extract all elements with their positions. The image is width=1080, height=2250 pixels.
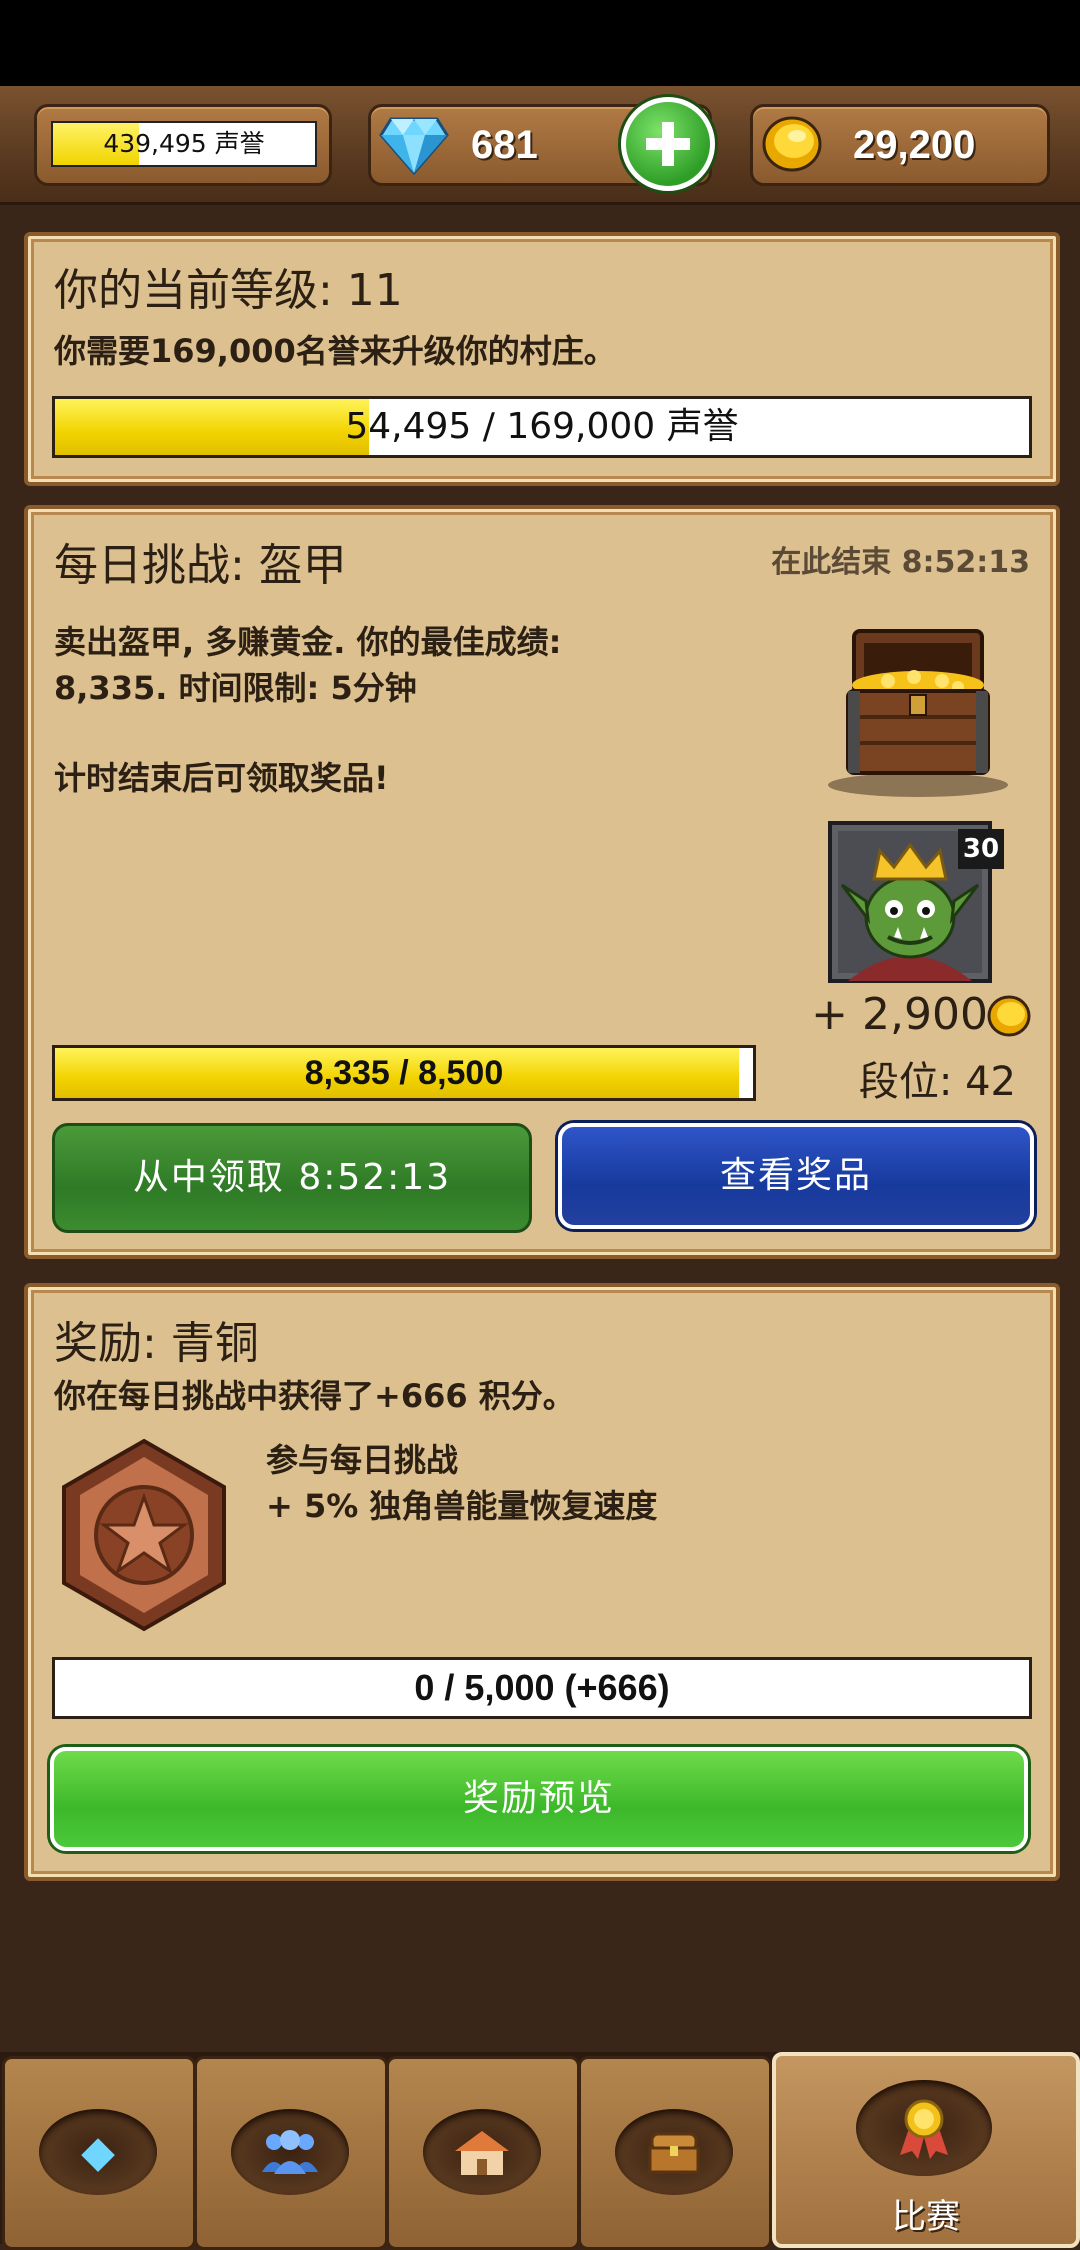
- level-title: 你的当前等级: 11: [54, 265, 403, 316]
- daily-challenge-panel: 每日挑战: 盔甲 在此结束 8:52:13 卖出盔甲, 多赚黄金. 你的最佳成绩…: [24, 505, 1060, 1259]
- chest-icon: [648, 2132, 700, 2174]
- fame-value: 439,495 声誉: [103, 129, 265, 158]
- nav-tab-gems[interactable]: ◆: [2, 2056, 196, 2250]
- level-progress-bar: 54,495 / 169,000 声誉: [52, 396, 1032, 458]
- challenge-description-line2: 8,335. 时间限制: 5分钟: [54, 669, 417, 707]
- nav-tab-social[interactable]: [194, 2056, 388, 2250]
- buy-gems-plus-button[interactable]: [621, 97, 715, 191]
- gold-value: 29,200: [853, 123, 976, 167]
- gold-coin-icon: [762, 116, 822, 172]
- house-icon: [455, 2131, 509, 2175]
- challenge-progress-text: 8,335 / 8,500: [304, 1054, 504, 1092]
- bronze-reward-panel: 奖励: 青铜 你在每日挑战中获得了+666 积分。 参与每日挑战 + 5% 独角…: [24, 1283, 1060, 1881]
- gold-display: 29,200: [750, 104, 1050, 186]
- gold-coin-icon: [987, 995, 1031, 1037]
- level-panel: 你的当前等级: 11 你需要169,000名誉来升级你的村庄。 54,495 /…: [24, 232, 1060, 486]
- perk-line2: + 5% 独角兽能量恢复速度: [266, 1487, 658, 1525]
- diamond-icon: [379, 117, 449, 176]
- reward-description: 你在每日挑战中获得了+666 积分。: [54, 1377, 575, 1415]
- fame-progress-bar: 439,495 声誉: [51, 121, 317, 167]
- perk-line1: 参与每日挑战: [266, 1441, 459, 1479]
- challenge-note: 计时结束后可领取奖品!: [54, 759, 389, 797]
- bottom-navigation: ◆ 比赛: [0, 2052, 1080, 2250]
- treasure-chest-icon: [828, 629, 1008, 797]
- reward-progress-bar: 0 / 5,000 (+666): [52, 1657, 1032, 1719]
- fame-display: 439,495 声誉: [34, 104, 332, 186]
- bronze-medal-icon: [62, 1438, 226, 1632]
- diamond-icon: ◆: [81, 2126, 115, 2178]
- reward-preview-button[interactable]: 奖励预览: [50, 1747, 1028, 1851]
- challenge-title: 每日挑战: 盔甲: [54, 540, 347, 591]
- challenge-end-timer: 在此结束 8:52:13: [771, 545, 1030, 580]
- claim-reward-button[interactable]: 从中领取 8:52:13: [52, 1123, 532, 1233]
- nav-tab-village[interactable]: [386, 2056, 580, 2250]
- level-description: 你需要169,000名誉来升级你的村庄。: [54, 332, 616, 370]
- nav-tab-tournament[interactable]: 比赛: [772, 2052, 1080, 2248]
- avatar-level-badge: 30: [958, 829, 1004, 869]
- people-icon: [262, 2130, 318, 2174]
- nav-tab-treasure[interactable]: [578, 2056, 772, 2250]
- nav-tab-tournament-label: 比赛: [892, 2197, 960, 2237]
- top-currency-bar: 439,495 声誉 681 29,200: [0, 86, 1080, 205]
- gems-value: 681: [471, 123, 538, 167]
- level-progress-text: 54,495 / 169,000 声誉: [345, 406, 739, 447]
- gems-display: 681: [368, 97, 715, 191]
- challenge-description-line1: 卖出盔甲, 多赚黄金. 你的最佳成绩:: [54, 623, 562, 661]
- view-prizes-button[interactable]: 查看奖品: [558, 1123, 1034, 1229]
- reward-title: 奖励: 青铜: [54, 1318, 259, 1369]
- challenge-rank: 段位: 42: [858, 1059, 1016, 1105]
- medal-ribbon-icon: [900, 2099, 948, 2159]
- challenge-gold-reward: + 2,900: [811, 989, 988, 1040]
- challenge-progress-bar: 8,335 / 8,500: [52, 1045, 756, 1101]
- reward-progress-text: 0 / 5,000 (+666): [414, 1667, 670, 1708]
- status-bar: [0, 0, 1080, 86]
